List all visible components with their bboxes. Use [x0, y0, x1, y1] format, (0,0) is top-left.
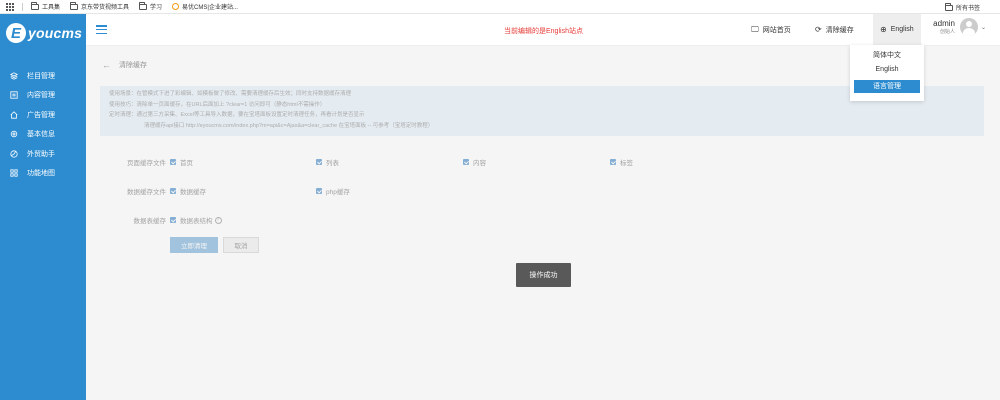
monitor-icon: 🖵 [751, 24, 759, 34]
site-home-button[interactable]: 🖵 网站首页 [751, 14, 791, 45]
sidebar-item-columns[interactable]: 栏目管理 [0, 66, 86, 86]
folder-icon [139, 1, 148, 10]
sidebar-item-ads[interactable]: 广告管理 [0, 105, 86, 125]
folder-icon [70, 1, 79, 10]
lang-option-en[interactable]: English [850, 63, 924, 77]
clear-cache-button[interactable]: ⟳ 清除缓存 [815, 14, 854, 45]
lang-option-zh[interactable]: 简体中文 [850, 49, 924, 63]
bookmark-study[interactable]: 学习 [139, 1, 162, 11]
logo-text: youcms [28, 25, 83, 41]
document-icon [10, 91, 18, 99]
sidebar-nav: 栏目管理 内容管理 广告管理 基本信息 外贸助手 功能地图 [0, 66, 86, 183]
sidebar-item-feature-map[interactable]: 功能地图 [0, 164, 86, 184]
layers-icon [10, 72, 18, 80]
sidebar-item-trade-assistant[interactable]: 外贸助手 [0, 144, 86, 164]
eyoucms-favicon-icon [172, 3, 180, 10]
admin-role: 创始人 [939, 28, 955, 35]
language-switch-button[interactable]: ⊕ English [873, 14, 921, 45]
logo-mark: E [6, 23, 26, 43]
top-header: 当前编辑的是English站点 🖵 网站首页 ⟳ 清除缓存 ⊕ English … [86, 14, 1000, 46]
folder-icon [31, 1, 39, 10]
folder-icon [944, 2, 953, 11]
apps-grid-icon[interactable] [6, 2, 14, 11]
admin-menu[interactable]: admin 创始人 ⌄ [933, 18, 986, 36]
globe-icon: ⊕ [880, 25, 887, 34]
home-icon [10, 110, 18, 119]
sidebar: E youcms 栏目管理 内容管理 广告管理 基本信息 外贸助手 功能地图 [0, 14, 86, 400]
language-manage-button[interactable]: 语言管理 [854, 80, 920, 93]
refresh-icon: ⟳ [815, 25, 822, 34]
gear-icon [10, 131, 18, 138]
language-dropdown: 简体中文 English 语言管理 [850, 45, 924, 101]
bookmarks-bar: 工具集 京东带货视频工具 学习 易优CMS|企业建站... 所有书签 [0, 0, 1000, 14]
bookmarks-divider [22, 2, 23, 11]
sidebar-item-basic-info[interactable]: 基本信息 [0, 125, 86, 145]
bookmark-all[interactable]: 所有书签 [944, 2, 980, 12]
chevron-down-icon[interactable]: ⌄ [981, 24, 986, 31]
grid-icon [10, 169, 18, 177]
menu-toggle-icon[interactable] [96, 25, 107, 34]
sidebar-item-content[interactable]: 内容管理 [0, 86, 86, 106]
logo[interactable]: E youcms [0, 14, 86, 52]
bookmark-eyoucms[interactable]: 易优CMS|企业建站... [172, 2, 238, 11]
globe-icon [10, 150, 18, 158]
admin-name: admin [933, 19, 955, 29]
site-edit-notice: 当前编辑的是English站点 [504, 28, 583, 35]
success-toast: 操作成功 [516, 263, 571, 287]
bookmark-jd-video[interactable]: 京东带货视频工具 [70, 1, 129, 11]
bookmark-toolset[interactable]: 工具集 [31, 1, 60, 11]
avatar[interactable] [959, 18, 978, 36]
